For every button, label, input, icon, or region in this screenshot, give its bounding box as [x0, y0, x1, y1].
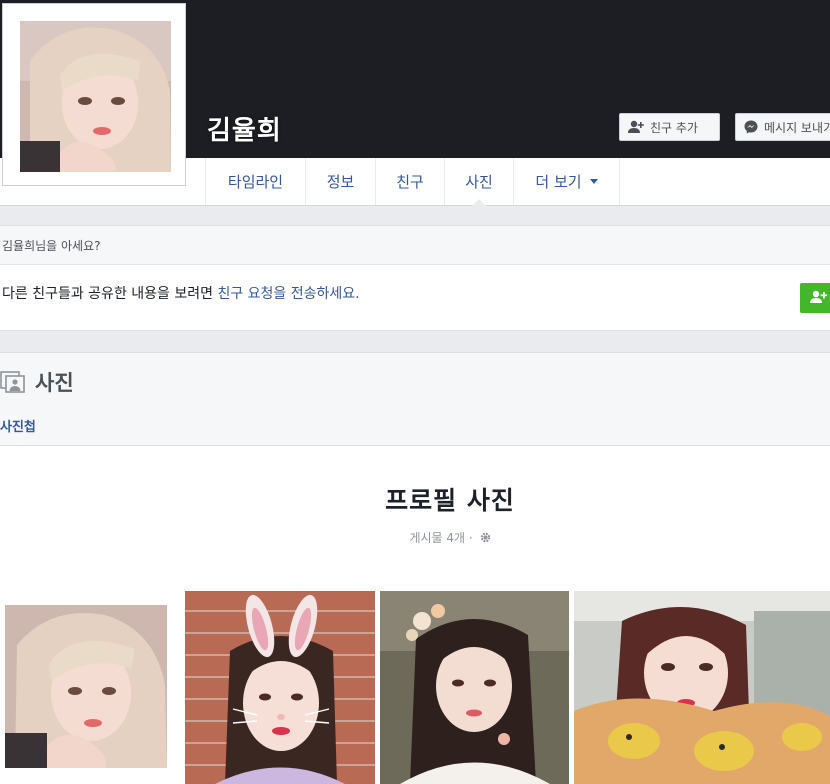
add-friend-label: 친구 추가 — [650, 120, 698, 135]
messenger-icon — [744, 120, 758, 134]
person-plus-icon — [810, 289, 828, 308]
profile-picture[interactable] — [20, 21, 171, 172]
profile-name[interactable]: 김율희 — [207, 110, 282, 147]
add-friend-green-button[interactable] — [800, 283, 830, 313]
album-title[interactable]: 프로필 사진 — [0, 481, 830, 517]
photos-title: 사진 — [0, 367, 74, 397]
gear-icon[interactable] — [480, 532, 491, 546]
tab-photos-label: 사진 — [465, 173, 493, 191]
photos-section: 사진 사진첩 프로필 사진 게시물 4개 · — [0, 352, 830, 784]
tab-more[interactable]: 더 보기 — [513, 158, 620, 205]
message-label: 메시지 보내기 — [764, 120, 830, 135]
tab-about[interactable]: 정보 — [305, 158, 375, 205]
tab-photos[interactable]: 사진 — [444, 158, 513, 206]
tab-friends[interactable]: 친구 — [375, 158, 444, 205]
photos-icon — [0, 367, 26, 397]
photo-thumbnail[interactable] — [185, 591, 375, 784]
tab-timeline[interactable]: 타임라인 — [205, 158, 305, 205]
profile-picture-frame[interactable] — [2, 3, 186, 186]
tab-more-label: 더 보기 — [535, 173, 582, 191]
message-button[interactable]: 메시지 보내기 — [735, 113, 830, 141]
chevron-down-icon — [589, 179, 598, 184]
add-friend-button[interactable]: 친구 추가 — [619, 113, 720, 141]
know-box-text: 다른 친구들과 공유한 내용을 보려면 친구 요청을 전송하세요. — [2, 283, 360, 303]
photos-header: 사진 사진첩 — [0, 353, 830, 446]
friend-request-prompt: 김율희님을 아세요? 다른 친구들과 공유한 내용을 보려면 친구 요청을 전송… — [0, 225, 830, 331]
photos-heading: 사진 — [35, 371, 74, 395]
send-friend-request-link[interactable]: 친구 요청을 전송하세요. — [217, 286, 359, 302]
album-post-count: 게시물 4개 · — [409, 531, 473, 545]
photo-thumbnail[interactable] — [574, 591, 830, 784]
tab-about-label: 정보 — [326, 173, 355, 191]
album-meta: 게시물 4개 · — [0, 529, 830, 546]
photo-thumbnail[interactable] — [5, 605, 167, 768]
photo-thumbnail[interactable] — [380, 591, 569, 784]
person-plus-icon — [628, 120, 644, 134]
know-box-text-before: 다른 친구들과 공유한 내용을 보려면 — [2, 286, 218, 302]
tab-friends-label: 친구 — [396, 173, 424, 191]
know-box-header: 김율희님을 아세요? — [0, 226, 830, 265]
tab-timeline-label: 타임라인 — [227, 173, 284, 191]
albums-link[interactable]: 사진첩 — [0, 416, 36, 435]
